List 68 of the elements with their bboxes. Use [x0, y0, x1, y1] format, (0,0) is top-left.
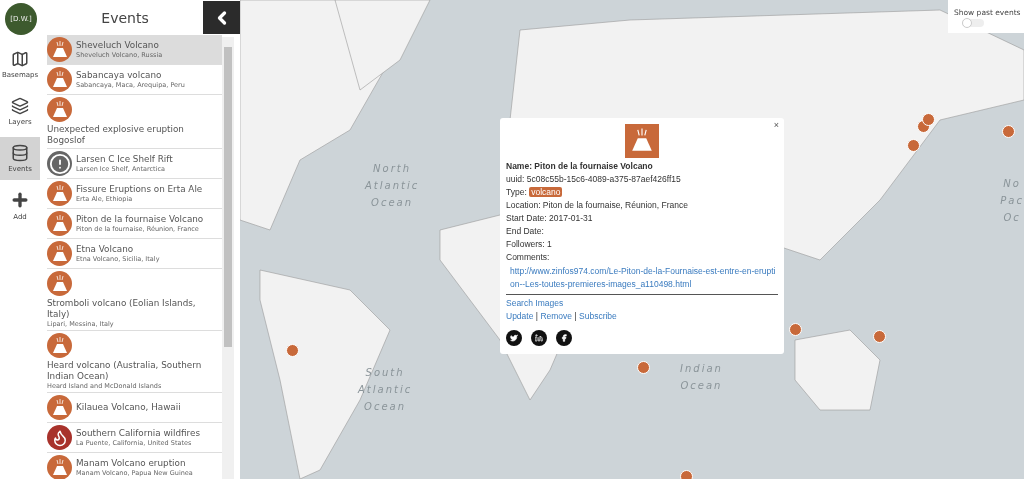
volcano-icon — [47, 241, 72, 266]
ocean-label: Atlantic — [358, 383, 413, 397]
ocean-label: Pac — [1000, 194, 1024, 208]
search-images-link[interactable]: Search Images — [506, 298, 564, 308]
database-icon — [11, 144, 29, 162]
event-title: Unexpected explosive eruption Bogoslof — [47, 124, 185, 146]
past-events-switch[interactable] — [962, 19, 984, 27]
event-end-date: End Date: — [506, 226, 545, 236]
volcano-marker[interactable] — [873, 330, 886, 343]
event-item[interactable]: Kilauea Volcano, Hawaii — [47, 393, 222, 423]
volcano-icon — [625, 124, 659, 158]
collapse-button[interactable] — [203, 1, 240, 34]
volcano-icon — [47, 211, 72, 236]
event-name: Name: Piton de la fournaise Volcano — [506, 161, 654, 171]
event-item[interactable]: Unexpected explosive eruption Bogoslof — [47, 95, 222, 149]
volcano-marker[interactable] — [637, 361, 650, 374]
volcano-icon — [47, 333, 72, 358]
separator: | — [573, 311, 578, 321]
action-link[interactable]: Update — [506, 311, 534, 321]
comment-link[interactable]: http://www.zinfos974.com/Le-Piton-de-la-Fournaise-est-entre-en-eruption--Les-toutes-premieres-images_a110498.html — [506, 265, 778, 295]
event-title: Stromboli volcano (Eolian Islands, Italy) — [47, 298, 197, 320]
event-title: Kilauea Volcano, Hawaii — [76, 402, 181, 413]
event-title: Manam Volcano eruption — [76, 458, 187, 469]
volcano-icon — [47, 395, 72, 420]
ocean-label: Atlantic — [365, 179, 420, 193]
exclamation-icon — [47, 151, 72, 176]
event-title: Southern California wildfires — [76, 428, 200, 439]
ocean-label: South — [364, 366, 406, 380]
bird-icon[interactable] — [506, 330, 522, 346]
event-type: Type: volcano — [506, 187, 564, 197]
event-title: Larsen C Ice Shelf Rift — [76, 154, 173, 165]
event-followers: Followers: 1 — [506, 239, 553, 249]
event-title: Sabancaya volcano — [76, 70, 163, 81]
event-start-date: Start Date: 2017-01-31 — [506, 213, 594, 223]
ocean-label: Ocean — [680, 379, 723, 393]
event-title: Heard volcano (Australia, Southern Indian Ocean) — [47, 360, 203, 382]
event-uuid: uuid: 5c08c55b-15c6-4089-a375-87aef426ff15 — [506, 174, 682, 184]
event-title: Fissure Eruptions on Erta Ale — [76, 184, 203, 195]
event-location: Location: Piton de la fournaise, Réunion, France — [506, 200, 689, 210]
layers-icon — [11, 97, 29, 115]
scrollbar[interactable] — [222, 37, 234, 479]
in-letters-icon[interactable] — [531, 330, 547, 346]
close-button[interactable]: × — [773, 121, 779, 130]
panel-title: Events — [100, 9, 150, 26]
separator: | — [534, 311, 539, 321]
action-link[interactable]: Remove — [540, 311, 573, 321]
event-title: Sheveluch Volcano — [76, 40, 160, 51]
volcano-marker[interactable] — [789, 323, 802, 336]
volcano-icon — [47, 97, 72, 122]
volcano-icon — [47, 37, 72, 62]
event-title: Etna Volcano — [76, 244, 135, 255]
ocean-label: Ocean — [363, 400, 408, 414]
volcano-icon — [47, 271, 72, 296]
volcano-marker[interactable] — [1002, 125, 1015, 138]
ocean-label: Oc — [1002, 211, 1022, 225]
flame-icon — [47, 425, 72, 450]
volcano-icon — [47, 181, 72, 206]
ocean-label: Indian — [680, 362, 723, 376]
ocean-label: No — [1002, 177, 1022, 191]
action-link[interactable]: Subscribe — [579, 311, 617, 321]
map-icon — [11, 50, 29, 68]
comments-label: Comments: — [506, 252, 551, 262]
f-letter-icon[interactable] — [556, 330, 572, 346]
plus-icon — [10, 190, 30, 210]
volcano-icon — [47, 67, 72, 92]
ocean-label: Ocean — [370, 196, 415, 210]
event-title: Piton de la fournaise Volcano — [76, 214, 204, 225]
ocean-label: North — [372, 162, 413, 176]
